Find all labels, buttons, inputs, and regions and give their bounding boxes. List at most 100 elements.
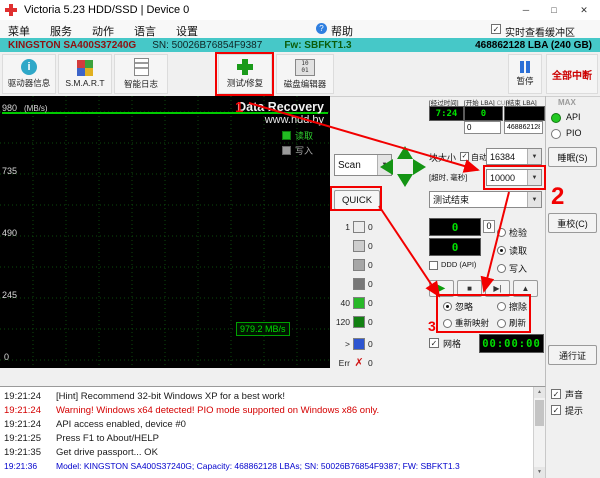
menu-item-settings[interactable]: 设置 xyxy=(176,23,198,39)
end-action-select[interactable]: 测试结束 ▼ xyxy=(429,191,542,208)
toolbar-label-smart-log: 智能日志 xyxy=(123,79,158,89)
toolbar-button-test-repair[interactable]: 测试/修复 xyxy=(218,54,272,94)
recalibrate-button[interactable]: 重校(C) xyxy=(548,213,597,233)
annotation-step3-label: 3 xyxy=(428,318,436,334)
timeout-select[interactable]: 10000 ▼ xyxy=(486,169,542,186)
auto-block-checkbox[interactable]: ✓ xyxy=(460,152,469,161)
menu-item-help[interactable]: 帮助 xyxy=(331,23,353,39)
close-button[interactable]: ✕ xyxy=(568,0,600,20)
mid-value-box: 0 xyxy=(483,220,495,233)
toolbar-button-smart-log[interactable]: 智能日志 xyxy=(114,54,168,94)
latency-chip xyxy=(353,297,365,309)
y-axis-tick-490: 490 xyxy=(2,228,18,238)
block-size-label: 块大小 xyxy=(429,153,457,163)
grid-label: 网格 xyxy=(443,339,462,349)
end-lba-input[interactable] xyxy=(504,121,543,134)
eject-button[interactable]: ▲ xyxy=(513,280,538,297)
grid-checkbox[interactable]: ✓ xyxy=(429,338,439,348)
disk-editor-icon: 10 01 xyxy=(295,58,315,76)
abort-all-button[interactable]: 全部中断 xyxy=(546,54,598,94)
log-line-5: 19:21:35 Get drive passport... OK xyxy=(4,445,531,459)
menu-item-language[interactable]: 语言 xyxy=(134,23,156,39)
abort-all-label: 全部中断 xyxy=(552,70,592,82)
verify-label: 检验 xyxy=(509,228,528,238)
start-lba-input[interactable] xyxy=(464,121,501,134)
erase-radio[interactable] xyxy=(497,302,506,311)
passport-button[interactable]: 通行证 xyxy=(548,345,597,365)
menu-item-menu[interactable]: 菜单 xyxy=(8,23,30,39)
minimize-button[interactable]: ─ xyxy=(512,0,540,20)
seek-right-icon[interactable] xyxy=(413,159,426,175)
log-line-4: 19:21:25 Press F1 to About/HELP xyxy=(4,431,531,445)
position-display: 0 xyxy=(429,218,481,236)
log-line-6: 19:21:36 Model: KINGSTON SA400S37240G; C… xyxy=(4,459,531,473)
skip-button[interactable]: ▶| xyxy=(485,280,510,297)
block-size-dropdown-icon: ▼ xyxy=(527,149,541,164)
pause-label: 暂停 xyxy=(516,76,534,86)
write-radio[interactable] xyxy=(497,264,506,273)
smart-icon xyxy=(77,60,93,76)
sleep-button[interactable]: 睡眠(S) xyxy=(548,147,597,167)
scroll-down-button[interactable]: ▼ xyxy=(534,467,545,478)
verify-radio[interactable] xyxy=(497,228,506,237)
pause-icon xyxy=(520,61,530,73)
window-title: Victoria 5.23 HDD/SSD | Device 0 xyxy=(24,4,190,16)
toolbar-button-drive-info[interactable]: i 驱动器信息 xyxy=(2,54,56,94)
hints-checkbox[interactable]: ✓ xyxy=(551,405,561,415)
refresh-radio[interactable] xyxy=(497,319,506,328)
seek-down-icon[interactable] xyxy=(397,174,413,187)
remap-radio[interactable] xyxy=(443,319,452,328)
menu-item-service[interactable]: 服务 xyxy=(50,23,72,39)
stop-button[interactable]: ■ xyxy=(457,280,482,297)
maximize-button[interactable]: □ xyxy=(540,0,568,20)
start-test-button[interactable]: ▶ xyxy=(429,280,454,297)
scroll-up-button[interactable]: ▲ xyxy=(534,387,545,398)
end-action-dropdown-icon: ▼ xyxy=(527,192,541,207)
ignore-radio[interactable] xyxy=(443,302,452,311)
legend-write: 写入 xyxy=(282,144,313,157)
quick-button[interactable]: QUICK xyxy=(334,190,380,210)
scroll-thumb[interactable] xyxy=(535,400,544,426)
latency-count: 0 xyxy=(368,339,373,349)
toolbar-button-disk-editor[interactable]: 10 01 磁盘编辑器 xyxy=(276,54,334,94)
sound-checkbox[interactable]: ✓ xyxy=(551,389,561,399)
toolbar-label-smart: S.M.A.R.T xyxy=(65,78,105,88)
log-text: API access enabled, device #0 xyxy=(56,418,186,430)
test-repair-icon xyxy=(237,59,253,75)
y-axis-tick-735: 735 xyxy=(2,166,18,176)
latency-row-6: 120 0 xyxy=(334,316,373,328)
log-scrollbar[interactable]: ▲ ▼ xyxy=(533,387,545,478)
log-line-1: 19:21:24 [Hint] Recommend 32-bit Windows… xyxy=(4,389,531,403)
ddd-checkbox[interactable] xyxy=(429,261,438,270)
seek-up-icon[interactable] xyxy=(397,146,413,159)
latency-chip xyxy=(353,221,365,233)
max-label: MAX xyxy=(558,98,576,107)
pio-radio[interactable] xyxy=(551,129,561,139)
victoria-window: { "window": { "title": "Victoria 5.23 HD… xyxy=(0,0,600,478)
x-axis-zero-label: 0 xyxy=(4,352,10,362)
legend-write-label: 写入 xyxy=(295,146,314,156)
menu-item-actions[interactable]: 动作 xyxy=(92,23,114,39)
app-icon xyxy=(5,4,17,16)
pio-label: PIO xyxy=(566,128,582,138)
latency-count: 0 xyxy=(368,298,373,308)
toolbar-label-drive-info: 驱动器信息 xyxy=(7,78,51,88)
hints-label: 提示 xyxy=(565,406,584,416)
latency-count: 0 xyxy=(368,241,373,251)
log-time: 19:21:35 xyxy=(4,446,41,458)
seek-left-icon[interactable] xyxy=(380,159,393,175)
toolbar-button-smart[interactable]: S.M.A.R.T xyxy=(58,54,112,94)
log-line-3: 19:21:24 API access enabled, device #0 xyxy=(4,417,531,431)
device-model: KINGSTON SA400S37240G xyxy=(8,39,137,51)
pause-button[interactable]: 暂停 xyxy=(508,54,542,94)
api-radio[interactable] xyxy=(551,113,561,123)
log-text: [Hint] Recommend 32-bit Windows XP for a… xyxy=(56,390,285,402)
sound-label: 声音 xyxy=(565,390,584,400)
live-buffer-checkbox[interactable]: ✓ xyxy=(491,24,501,34)
speed-graph: 980 (MB/s) 735 490 245 0 Data Recovery w… xyxy=(0,96,330,368)
read-label: 读取 xyxy=(509,246,528,256)
block-size-select[interactable]: 16384 ▼ xyxy=(486,148,542,165)
read-radio[interactable] xyxy=(497,246,506,255)
y-axis-max-label: 980 xyxy=(2,103,18,113)
log-text: Model: KINGSTON SA400S37240G; Capacity: … xyxy=(56,461,460,471)
